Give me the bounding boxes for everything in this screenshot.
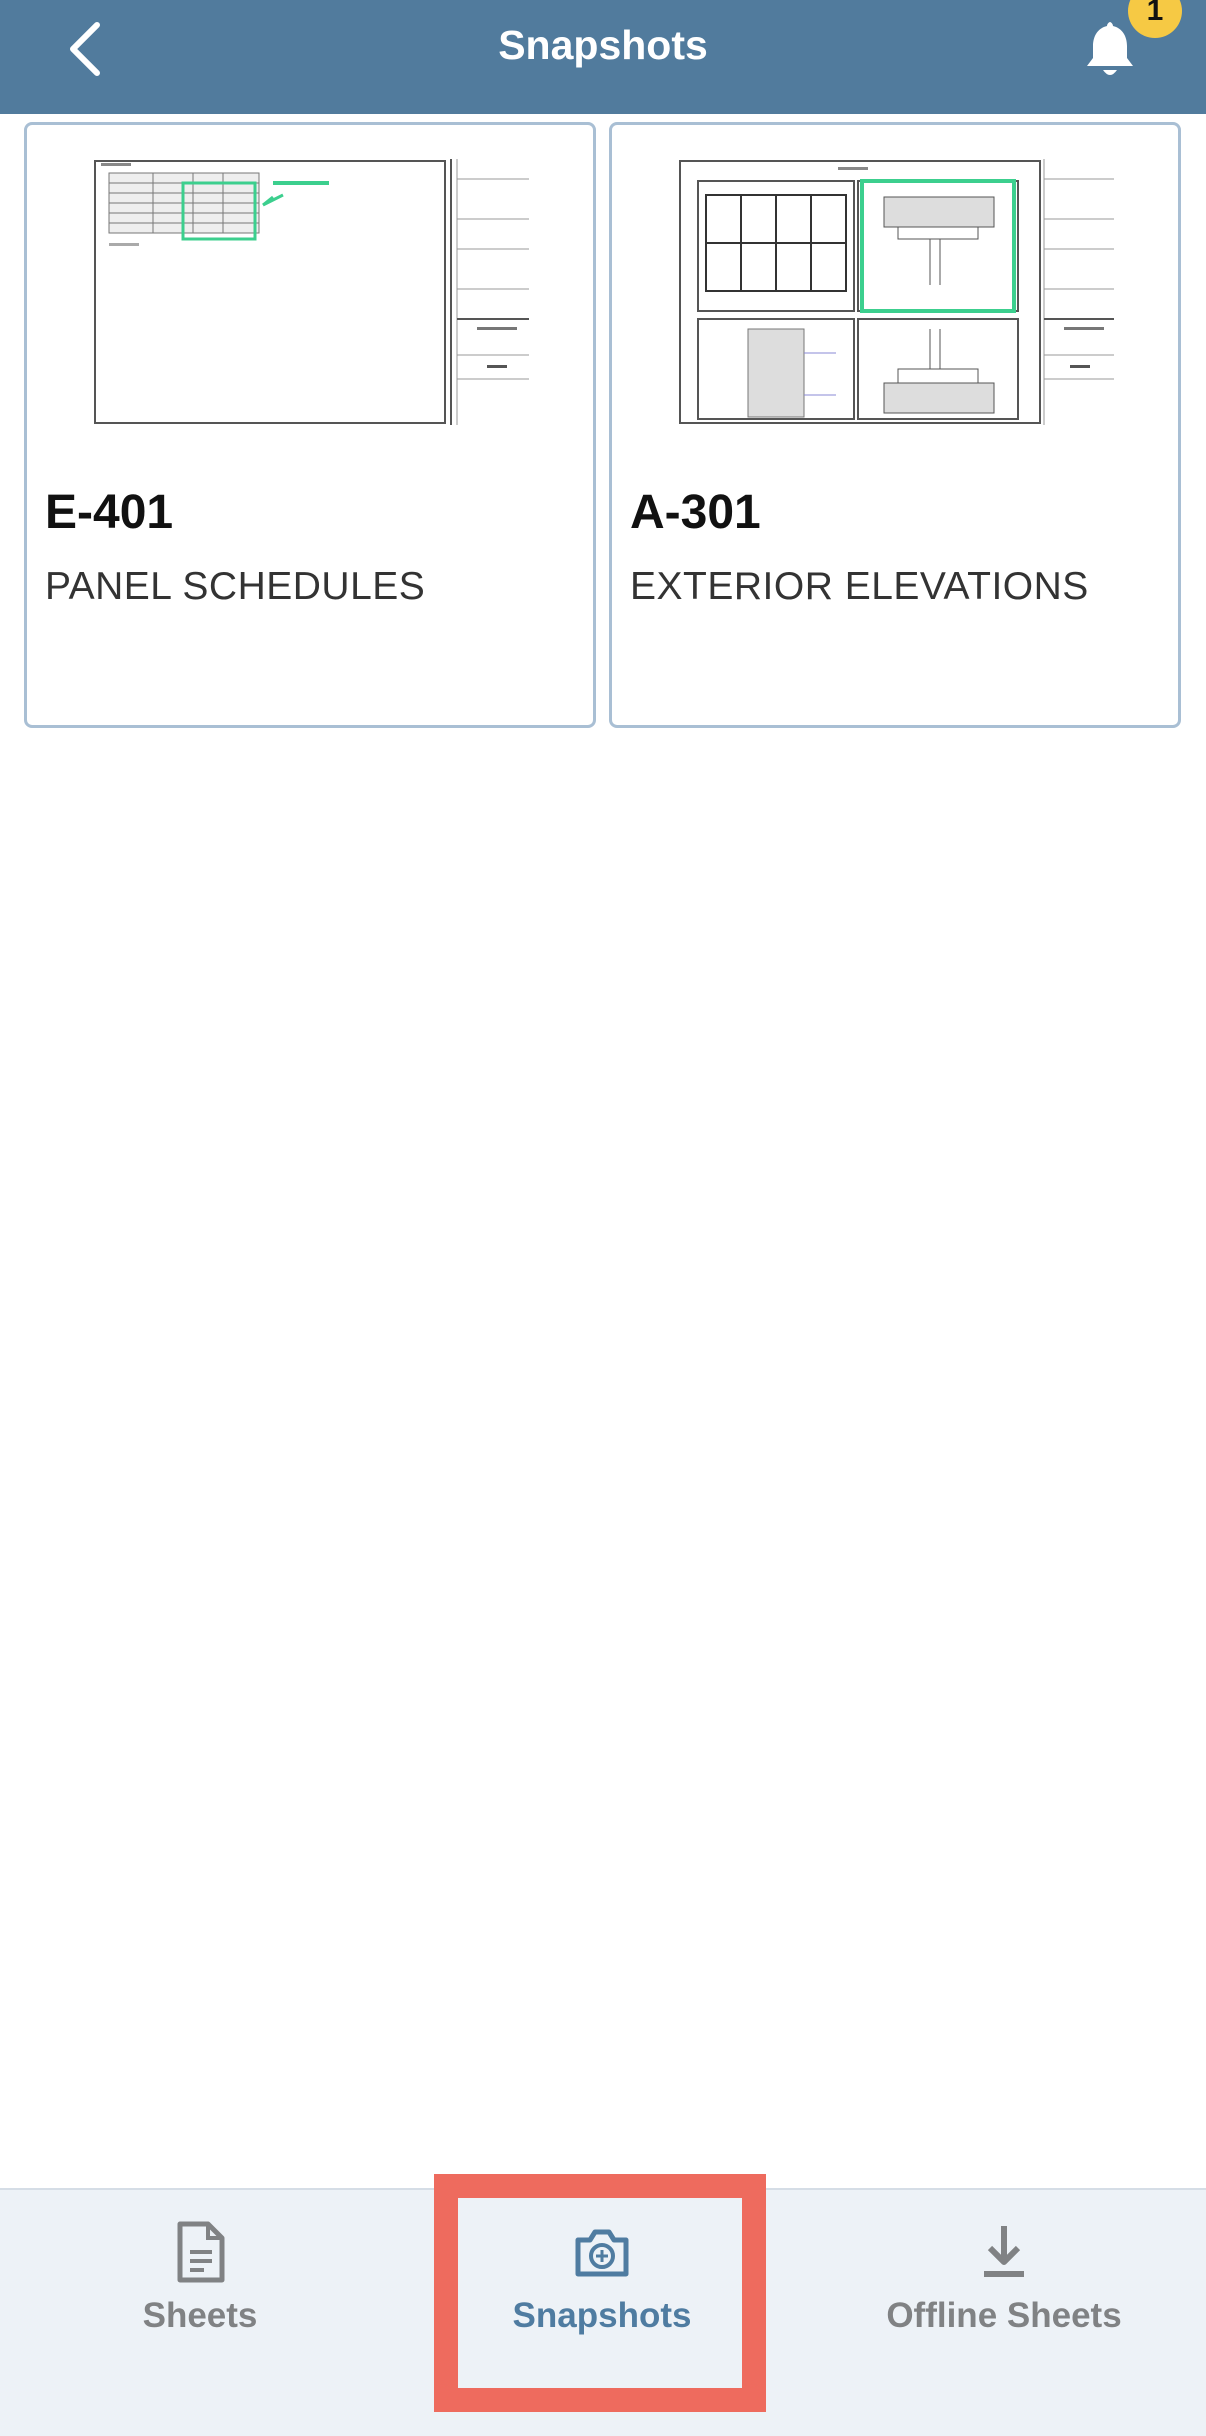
- sheet-thumbnail: [678, 159, 1114, 425]
- sheet-name: EXTERIOR ELEVATIONS: [630, 565, 1089, 608]
- download-icon: [984, 2226, 1024, 2277]
- sheet-number: A-301: [630, 486, 761, 539]
- sheet-number: E-401: [45, 486, 174, 539]
- tab-label: Sheets: [142, 2296, 258, 2335]
- tab-offline-sheets[interactable]: Offline Sheets: [854, 2220, 1154, 2380]
- camera-icon: [575, 2229, 629, 2277]
- document-icon: [177, 2221, 225, 2283]
- tab-snapshots[interactable]: Snapshots: [452, 2220, 752, 2380]
- page-title: Snapshots: [498, 22, 708, 68]
- tab-label: Offline Sheets: [886, 2296, 1122, 2335]
- bottom-tab-bar: Sheets Snapshots Offline Sheets: [0, 2188, 1206, 2436]
- sheet-thumbnail: [93, 159, 529, 425]
- tab-sheets[interactable]: Sheets: [100, 2220, 300, 2380]
- tab-label: Snapshots: [512, 2296, 692, 2335]
- snapshot-card[interactable]: E-401 PANEL SCHEDULES: [24, 122, 596, 728]
- snapshot-card[interactable]: A-301 EXTERIOR ELEVATIONS: [609, 122, 1181, 728]
- sheet-name: PANEL SCHEDULES: [45, 565, 426, 608]
- app-header: Snapshots: [0, 0, 1206, 114]
